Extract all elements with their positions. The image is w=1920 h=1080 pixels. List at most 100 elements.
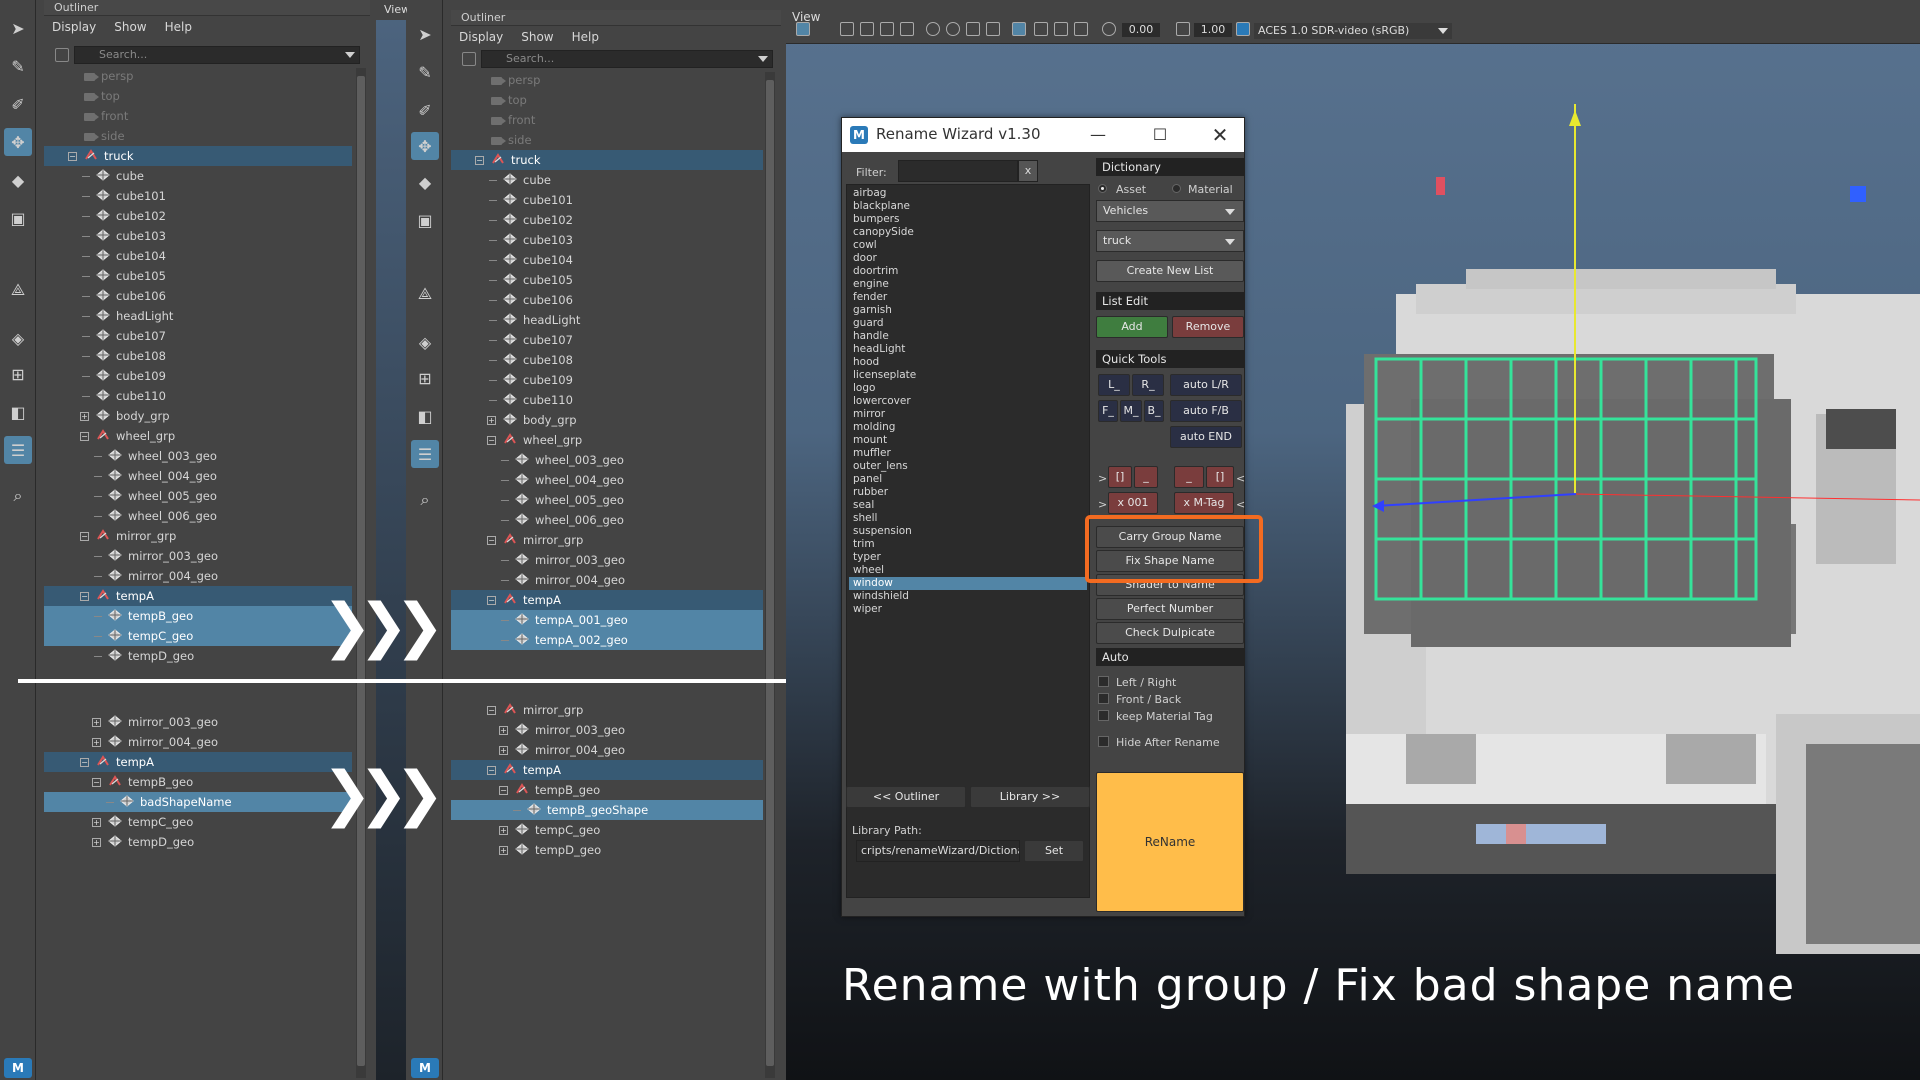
color-space-select[interactable]: ACES 1.0 SDR-video (sRGB) bbox=[1254, 23, 1452, 39]
outliner-item[interactable]: headLight bbox=[503, 310, 580, 330]
rotate-tool-icon[interactable]: ◆ bbox=[411, 168, 439, 196]
remove-button[interactable]: Remove bbox=[1172, 316, 1244, 338]
paint-tool-icon[interactable]: ✐ bbox=[4, 90, 32, 118]
outliner-item[interactable]: tempA bbox=[451, 760, 763, 780]
dictionary-item[interactable]: cowl bbox=[849, 239, 1087, 252]
four-view-icon[interactable]: ⊞ bbox=[4, 360, 32, 388]
outliner-item[interactable]: tempB_geo bbox=[44, 606, 352, 626]
outliner-item[interactable]: cube107 bbox=[96, 326, 166, 346]
outliner-item[interactable]: wheel_004_geo bbox=[108, 466, 217, 486]
outliner-item[interactable]: headLight bbox=[96, 306, 173, 326]
material-radio[interactable] bbox=[1172, 184, 1181, 193]
expand-icon[interactable]: + bbox=[499, 846, 508, 855]
outliner-item[interactable]: tempD_geo bbox=[515, 840, 601, 860]
menu-display[interactable]: Display bbox=[52, 16, 96, 38]
collapse-icon[interactable]: − bbox=[80, 592, 89, 601]
outliner-item[interactable]: mirror_grp bbox=[503, 530, 583, 550]
outliner-item[interactable]: mirror_004_geo bbox=[108, 566, 218, 586]
outliner-item[interactable]: tempB_geoShape bbox=[451, 800, 763, 820]
dictionary-item[interactable]: mirror bbox=[849, 408, 1087, 421]
dictionary-item[interactable]: fender bbox=[849, 291, 1087, 304]
rename-button[interactable]: ReName bbox=[1096, 772, 1244, 912]
color-management-icon[interactable] bbox=[1236, 22, 1250, 36]
outliner-item[interactable]: tempB_geo bbox=[515, 780, 600, 800]
outliner-item[interactable]: cube104 bbox=[96, 246, 166, 266]
dictionary-item[interactable]: rubber bbox=[849, 486, 1087, 499]
outliner-scrollbar[interactable] bbox=[765, 72, 775, 1078]
dictionary-item[interactable]: trim bbox=[849, 538, 1087, 551]
outliner-item[interactable]: cube108 bbox=[96, 346, 166, 366]
expand-icon[interactable]: + bbox=[92, 818, 101, 827]
outliner-item[interactable]: cube106 bbox=[503, 290, 573, 310]
dictionary-item[interactable]: licenseplate bbox=[849, 369, 1087, 382]
dictionary-item[interactable]: mount bbox=[849, 434, 1087, 447]
dictionary-item[interactable]: suspension bbox=[849, 525, 1087, 538]
exposure-icon[interactable] bbox=[1102, 22, 1116, 36]
isolate-icon[interactable] bbox=[1012, 22, 1026, 36]
underscore-left-button[interactable]: _ bbox=[1134, 466, 1158, 488]
right-prefix-button[interactable]: R_ bbox=[1132, 374, 1164, 396]
outliner-item[interactable]: mirror_003_geo bbox=[515, 720, 625, 740]
outliner-item[interactable]: body_grp bbox=[503, 410, 577, 430]
outliner-item[interactable]: persp bbox=[491, 70, 540, 90]
outliner-item[interactable]: tempA_001_geo bbox=[451, 610, 763, 630]
bracket-left-button[interactable]: [] bbox=[1108, 466, 1132, 488]
xray-joints-icon[interactable] bbox=[1054, 22, 1068, 36]
outliner-item[interactable]: cube105 bbox=[503, 270, 573, 290]
outliner-item[interactable]: mirror_grp bbox=[503, 700, 583, 720]
outliner-item[interactable]: tempD_geo bbox=[108, 646, 194, 666]
hide-after-rename-checkbox[interactable] bbox=[1098, 736, 1109, 747]
shadow-icon[interactable] bbox=[900, 22, 914, 36]
outliner-item[interactable]: cube109 bbox=[503, 370, 573, 390]
motion-blur-icon[interactable] bbox=[946, 22, 960, 36]
move-tool-icon[interactable]: ✥ bbox=[4, 128, 32, 156]
manipulator-tool-icon[interactable]: ⟁ bbox=[4, 276, 32, 304]
zoom-icon[interactable]: ⌕ bbox=[411, 486, 439, 514]
outliner-item[interactable]: side bbox=[84, 126, 125, 146]
light-icon[interactable] bbox=[880, 22, 894, 36]
outliner-item[interactable]: cube109 bbox=[96, 366, 166, 386]
auto-fb-button[interactable]: auto F/B bbox=[1170, 400, 1242, 422]
select-tool-icon[interactable]: ➤ bbox=[411, 20, 439, 48]
dictionary-item[interactable]: bumpers bbox=[849, 213, 1087, 226]
outliner-item[interactable]: persp bbox=[84, 66, 133, 86]
dictionary-item[interactable]: logo bbox=[849, 382, 1087, 395]
outliner-item[interactable]: cube107 bbox=[503, 330, 573, 350]
outliner-item[interactable]: tempC_geo bbox=[515, 820, 600, 840]
left-prefix-button[interactable]: L_ bbox=[1098, 374, 1130, 396]
outliner-item[interactable]: wheel_003_geo bbox=[515, 450, 624, 470]
outliner-item[interactable]: wheel_grp bbox=[503, 430, 582, 450]
expand-icon[interactable]: + bbox=[92, 838, 101, 847]
dictionary-item[interactable]: handle bbox=[849, 330, 1087, 343]
dictionary-item[interactable]: engine bbox=[849, 278, 1087, 291]
dictionary-item[interactable]: doortrim bbox=[849, 265, 1087, 278]
outliner-item[interactable]: mirror_004_geo bbox=[515, 570, 625, 590]
outliner-item[interactable]: front bbox=[491, 110, 535, 130]
exposure-field[interactable]: 0.00 bbox=[1122, 23, 1160, 37]
outliner-item[interactable]: tempC_geo bbox=[108, 812, 193, 832]
collapse-icon[interactable]: − bbox=[487, 596, 496, 605]
outliner-item[interactable]: badShapeName bbox=[44, 792, 352, 812]
outliner-item[interactable]: front bbox=[84, 106, 128, 126]
outliner-item[interactable]: tempA bbox=[44, 752, 352, 772]
outliner-item[interactable]: mirror_003_geo bbox=[108, 712, 218, 732]
outliner-item[interactable]: tempA_002_geo bbox=[451, 630, 763, 650]
dictionary-item[interactable]: airbag bbox=[849, 187, 1087, 200]
outliner-item[interactable]: cube101 bbox=[96, 186, 166, 206]
outliner-item[interactable]: cube103 bbox=[503, 230, 573, 250]
two-view-icon[interactable]: ◧ bbox=[411, 402, 439, 430]
collapse-icon[interactable]: − bbox=[68, 152, 77, 161]
dictionary-item[interactable]: typer bbox=[849, 551, 1087, 564]
outliner-item[interactable]: wheel_005_geo bbox=[108, 486, 217, 506]
two-view-icon[interactable]: ◧ bbox=[4, 398, 32, 426]
outliner-item[interactable]: cube bbox=[503, 170, 551, 190]
outliner-item[interactable]: cube104 bbox=[503, 250, 573, 270]
single-view-icon[interactable]: ◈ bbox=[4, 324, 32, 352]
scale-tool-icon[interactable]: ▣ bbox=[411, 206, 439, 234]
dictionary-item[interactable]: wiper bbox=[849, 603, 1087, 616]
remove-number-button[interactable]: x 001 bbox=[1108, 492, 1158, 514]
collapse-icon[interactable]: − bbox=[80, 432, 89, 441]
set-path-button[interactable]: Set bbox=[1024, 840, 1084, 862]
dictionary-item[interactable]: canopySide bbox=[849, 226, 1087, 239]
outliner-item[interactable]: wheel_005_geo bbox=[515, 490, 624, 510]
